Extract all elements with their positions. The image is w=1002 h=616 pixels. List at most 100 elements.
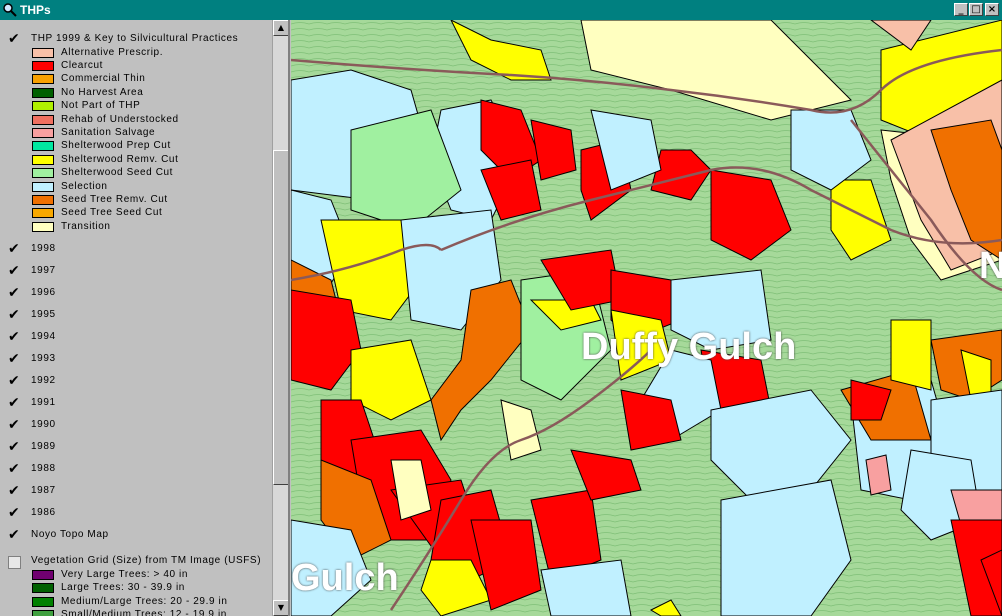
layer-thp-1999[interactable]: ✔ THP 1999 & Key to Silvicultural Practic… [0,32,270,47]
layer-checkbox-checked-icon[interactable]: ✔ [8,352,21,366]
layer-year-1994[interactable]: ✔ 1994 [0,330,270,345]
layer-year-1995[interactable]: ✔ 1995 [0,308,270,323]
maximize-button[interactable]: □ [969,3,983,16]
legend-class-row: Clearcut [0,60,270,74]
legend-swatch [32,221,54,232]
layer-checkbox-checked-icon[interactable]: ✔ [8,462,21,476]
legend-class-label: No Harvest Area [61,86,144,98]
map-view[interactable]: Duffy Gulch Gulch N [291,20,1002,616]
legend-swatch [32,208,54,219]
legend-class-label: Very Large Trees: > 40 in [61,569,189,580]
legend-class-label: Small/Medium Trees: 12 - 19.9 in [61,609,227,616]
layer-year-1998[interactable]: ✔ 1998 [0,242,270,257]
legend-class-row: Shelterwood Seed Cut [0,167,270,181]
legend-class-label: Not Part of THP [61,100,141,112]
layer-checkbox-checked-icon[interactable]: ✔ [8,440,21,454]
layer-checkbox-checked-icon[interactable]: ✔ [8,374,21,388]
legend-swatch [32,583,54,594]
legend-class-label: Clearcut [61,59,104,71]
layer-name: 1993 [31,353,56,364]
layer-year-1997[interactable]: ✔ 1997 [0,264,270,279]
layer-year-1988[interactable]: ✔ 1988 [0,462,270,477]
layer-name: 1992 [31,375,56,386]
legend-class-label: Medium/Large Trees: 20 - 29.9 in [61,595,228,607]
minimize-button[interactable]: _ [954,3,968,16]
layer-year-1987[interactable]: ✔ 1987 [0,484,270,499]
legend-class-row: Shelterwood Remv. Cut [0,154,270,168]
legend-class-label: Alternative Prescrip. [61,46,164,58]
layer-checkbox-checked-icon[interactable]: ✔ [8,32,21,46]
layer-year-1992[interactable]: ✔ 1992 [0,374,270,389]
layer-year-1986[interactable]: ✔ 1986 [0,506,270,521]
legend-class-label: Shelterwood Seed Cut [61,167,174,179]
legend-scrollbar[interactable]: ▲ ▼ [272,20,288,616]
layer-name: 1994 [31,331,56,342]
legend-class-row: Commercial Thin [0,73,270,87]
layer-name: 1989 [31,441,56,452]
legend-swatch [32,87,54,98]
close-button[interactable]: × [985,3,999,16]
layer-name: 1990 [31,419,56,430]
layer-name: 1996 [31,287,56,298]
thp-polygon [890,319,932,391]
scroll-up-button[interactable]: ▲ [273,20,288,36]
thp-polygon [540,559,632,616]
layer-name: 1997 [31,265,56,276]
layer-checkbox-checked-icon[interactable]: ✔ [8,396,21,410]
layer-checkbox-unchecked[interactable] [8,556,21,569]
layer-checkbox-checked-icon[interactable]: ✔ [8,528,21,542]
layer-checkbox-checked-icon[interactable]: ✔ [8,506,21,520]
legend-swatch [32,47,54,58]
legend-class-row: Seed Tree Remv. Cut [0,194,270,208]
layer-checkbox-checked-icon[interactable]: ✔ [8,242,21,256]
legend-class-row: Rehab of Understocked [0,114,270,128]
legend-class-row: Alternative Prescrip. [0,47,270,61]
layer-year-1993[interactable]: ✔ 1993 [0,352,270,367]
legend-class-row: Small/Medium Trees: 12 - 19.9 in [0,609,270,616]
scroll-down-button[interactable]: ▼ [273,600,288,616]
legend-swatch [32,168,54,179]
legend-class-row: Sanitation Salvage [0,127,270,141]
layer-vegetation-grid[interactable]: Vegetation Grid (Size) from TM Image (US… [0,555,270,569]
layer-checkbox-checked-icon[interactable]: ✔ [8,484,21,498]
legend-swatch [32,596,54,607]
legend-class-row: Not Part of THP [0,100,270,114]
map-label-duffy-gulch: Duffy Gulch [581,326,797,368]
legend-class-label: Selection [61,180,108,192]
legend-class-row: Transition [0,221,270,235]
legend-swatch [32,570,54,580]
legend-class-row: No Harvest Area [0,87,270,101]
map-label-gulch: Gulch [291,557,399,599]
layer-noyo-topo[interactable]: ✔ Noyo Topo Map [0,528,270,543]
legend-class-label: Shelterwood Remv. Cut [61,153,179,165]
legend-swatch [32,127,54,138]
layer-name: 1986 [31,507,56,518]
legend-class-label: Seed Tree Seed Cut [61,207,163,219]
legend-swatch [32,114,54,125]
layer-checkbox-checked-icon[interactable]: ✔ [8,264,21,278]
legend-class-label: Commercial Thin [61,73,146,85]
legend-class-label: Shelterwood Prep Cut [61,140,171,152]
layer-year-1989[interactable]: ✔ 1989 [0,440,270,455]
legend-class-row: Seed Tree Seed Cut [0,207,270,221]
legend-panel: ✔ THP 1999 & Key to Silvicultural Practic… [0,20,290,616]
layer-checkbox-checked-icon[interactable]: ✔ [8,286,21,300]
layer-year-1996[interactable]: ✔ 1996 [0,286,270,301]
legend-swatch [32,101,54,112]
legend-swatch [32,74,54,85]
legend-class-row: Very Large Trees: > 40 in [0,569,270,583]
layer-name: 1988 [31,463,56,474]
app-magnifier-icon [3,3,17,17]
map-canvas [291,20,1002,616]
layer-name: THP 1999 & Key to Silvicultural Practice… [31,33,239,44]
layer-year-1990[interactable]: ✔ 1990 [0,418,270,433]
layer-checkbox-checked-icon[interactable]: ✔ [8,308,21,322]
layer-checkbox-checked-icon[interactable]: ✔ [8,418,21,432]
scroll-thumb[interactable] [273,150,288,485]
legend-class-label: Large Trees: 30 - 39.9 in [61,582,185,594]
layer-name: Noyo Topo Map [31,529,109,540]
layer-year-1991[interactable]: ✔ 1991 [0,396,270,411]
layer-checkbox-checked-icon[interactable]: ✔ [8,330,21,344]
legend-class-label: Seed Tree Remv. Cut [61,193,168,205]
legend-class-row: Shelterwood Prep Cut [0,140,270,154]
